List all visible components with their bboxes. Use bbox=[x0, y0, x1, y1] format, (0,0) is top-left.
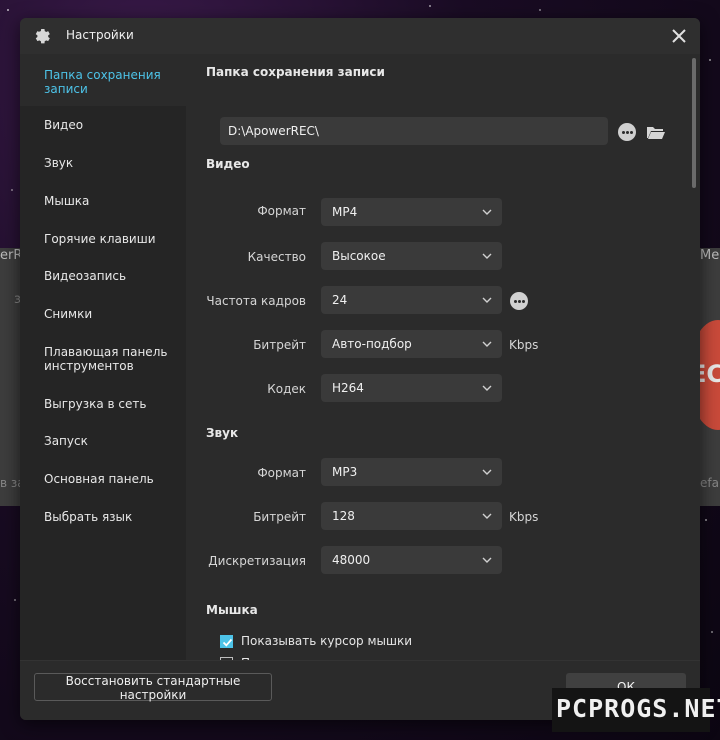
video-fps-label: Частота кадров bbox=[206, 294, 306, 308]
folder-open-icon[interactable] bbox=[646, 124, 666, 140]
audio-bitrate-value: 128 bbox=[332, 509, 355, 523]
audio-format-value: MP3 bbox=[332, 465, 358, 479]
settings-sidebar: Папка сохранения записи Видео Звук Мышка… bbox=[20, 54, 186, 660]
video-format-select[interactable]: MP4 bbox=[321, 198, 502, 226]
audio-sampling-label: Дискретизация bbox=[208, 554, 306, 568]
sidebar-item-mouse[interactable]: Мышка bbox=[44, 194, 184, 208]
audio-bitrate-label: Битрейт bbox=[253, 510, 306, 524]
sidebar-item-floating-toolbar[interactable]: Плавающая панель инструментов bbox=[44, 345, 184, 373]
sidebar-item-video[interactable]: Видео bbox=[44, 118, 184, 132]
video-quality-label: Качество bbox=[247, 250, 306, 264]
audio-sampling-select[interactable]: 48000 bbox=[321, 546, 502, 574]
video-codec-select[interactable]: H264 bbox=[321, 374, 502, 402]
chevron-down-icon bbox=[482, 341, 492, 347]
video-fps-select[interactable]: 24 bbox=[321, 286, 502, 314]
watermark-logo: PCPROGS.NET bbox=[552, 688, 720, 732]
video-quality-value: Высокое bbox=[332, 249, 386, 263]
video-format-value: MP4 bbox=[332, 205, 358, 219]
video-codec-label: Кодек bbox=[267, 382, 306, 396]
show-cursor-label: Показывать курсор мышки bbox=[241, 634, 413, 648]
content-scrollbar[interactable] bbox=[692, 58, 696, 188]
video-bitrate-label: Битрейт bbox=[253, 338, 306, 352]
background-app-title-right: Me bbox=[700, 248, 720, 263]
audio-sampling-value: 48000 bbox=[332, 553, 371, 567]
section-title-mouse: Мышка bbox=[206, 603, 258, 617]
video-bitrate-unit: Kbps bbox=[509, 338, 539, 352]
chevron-down-icon bbox=[482, 253, 492, 259]
sidebar-item-save-folder[interactable]: Папка сохранения записи bbox=[44, 68, 184, 96]
sidebar-item-upload[interactable]: Выгрузка в сеть bbox=[44, 397, 184, 411]
chevron-down-icon bbox=[482, 209, 492, 215]
checkmark-icon bbox=[222, 638, 233, 647]
section-title-video: Видео bbox=[206, 157, 250, 171]
background-side-text-right: efau bbox=[700, 476, 720, 490]
video-bitrate-select[interactable]: Авто-подбор bbox=[321, 330, 502, 358]
sidebar-item-startup[interactable]: Запуск bbox=[44, 434, 184, 448]
audio-format-select[interactable]: MP3 bbox=[321, 458, 502, 486]
sidebar-item-main-panel[interactable]: Основная панель bbox=[44, 472, 184, 486]
save-path-input[interactable]: D:\ApowerREC\ bbox=[220, 117, 608, 145]
settings-dialog: Настройки Папка сохранения записи Видео … bbox=[20, 18, 700, 720]
chevron-down-icon bbox=[482, 557, 492, 563]
restore-defaults-button[interactable]: Восстановить стандартные настройки bbox=[34, 673, 272, 702]
sidebar-item-hotkeys[interactable]: Горячие клавиши bbox=[44, 232, 184, 246]
audio-bitrate-select[interactable]: 128 bbox=[321, 502, 502, 530]
audio-format-label: Формат bbox=[257, 466, 306, 480]
chevron-down-icon bbox=[482, 385, 492, 391]
video-fps-value: 24 bbox=[332, 293, 348, 307]
show-cursor-checkbox-row[interactable]: Показывать курсор мышки bbox=[220, 634, 412, 648]
title-bar: Настройки bbox=[20, 18, 700, 54]
sidebar-item-screenshots[interactable]: Снимки bbox=[44, 307, 184, 321]
sidebar-item-audio[interactable]: Звук bbox=[44, 156, 184, 170]
audio-bitrate-unit: Kbps bbox=[509, 510, 539, 524]
chevron-down-icon bbox=[482, 513, 492, 519]
more-options-icon[interactable] bbox=[618, 123, 636, 141]
settings-content: Папка сохранения записи D:\ApowerREC\ Ви… bbox=[186, 54, 700, 670]
window-title: Настройки bbox=[66, 28, 134, 42]
sidebar-item-recording[interactable]: Видеозапись bbox=[44, 269, 184, 283]
close-icon[interactable] bbox=[668, 25, 690, 47]
video-bitrate-value: Авто-подбор bbox=[332, 337, 412, 351]
sidebar-item-language[interactable]: Выбрать язык bbox=[44, 510, 184, 524]
section-title-save-folder: Папка сохранения записи bbox=[206, 65, 385, 79]
fps-more-options-icon[interactable] bbox=[510, 292, 528, 310]
chevron-down-icon bbox=[482, 297, 492, 303]
show-cursor-checkbox[interactable] bbox=[220, 634, 233, 648]
chevron-down-icon bbox=[482, 469, 492, 475]
gear-icon bbox=[35, 29, 50, 44]
section-title-audio: Звук bbox=[206, 426, 239, 440]
video-quality-select[interactable]: Высокое bbox=[321, 242, 502, 270]
video-codec-value: H264 bbox=[332, 381, 364, 395]
video-format-label: Формат bbox=[257, 204, 306, 218]
